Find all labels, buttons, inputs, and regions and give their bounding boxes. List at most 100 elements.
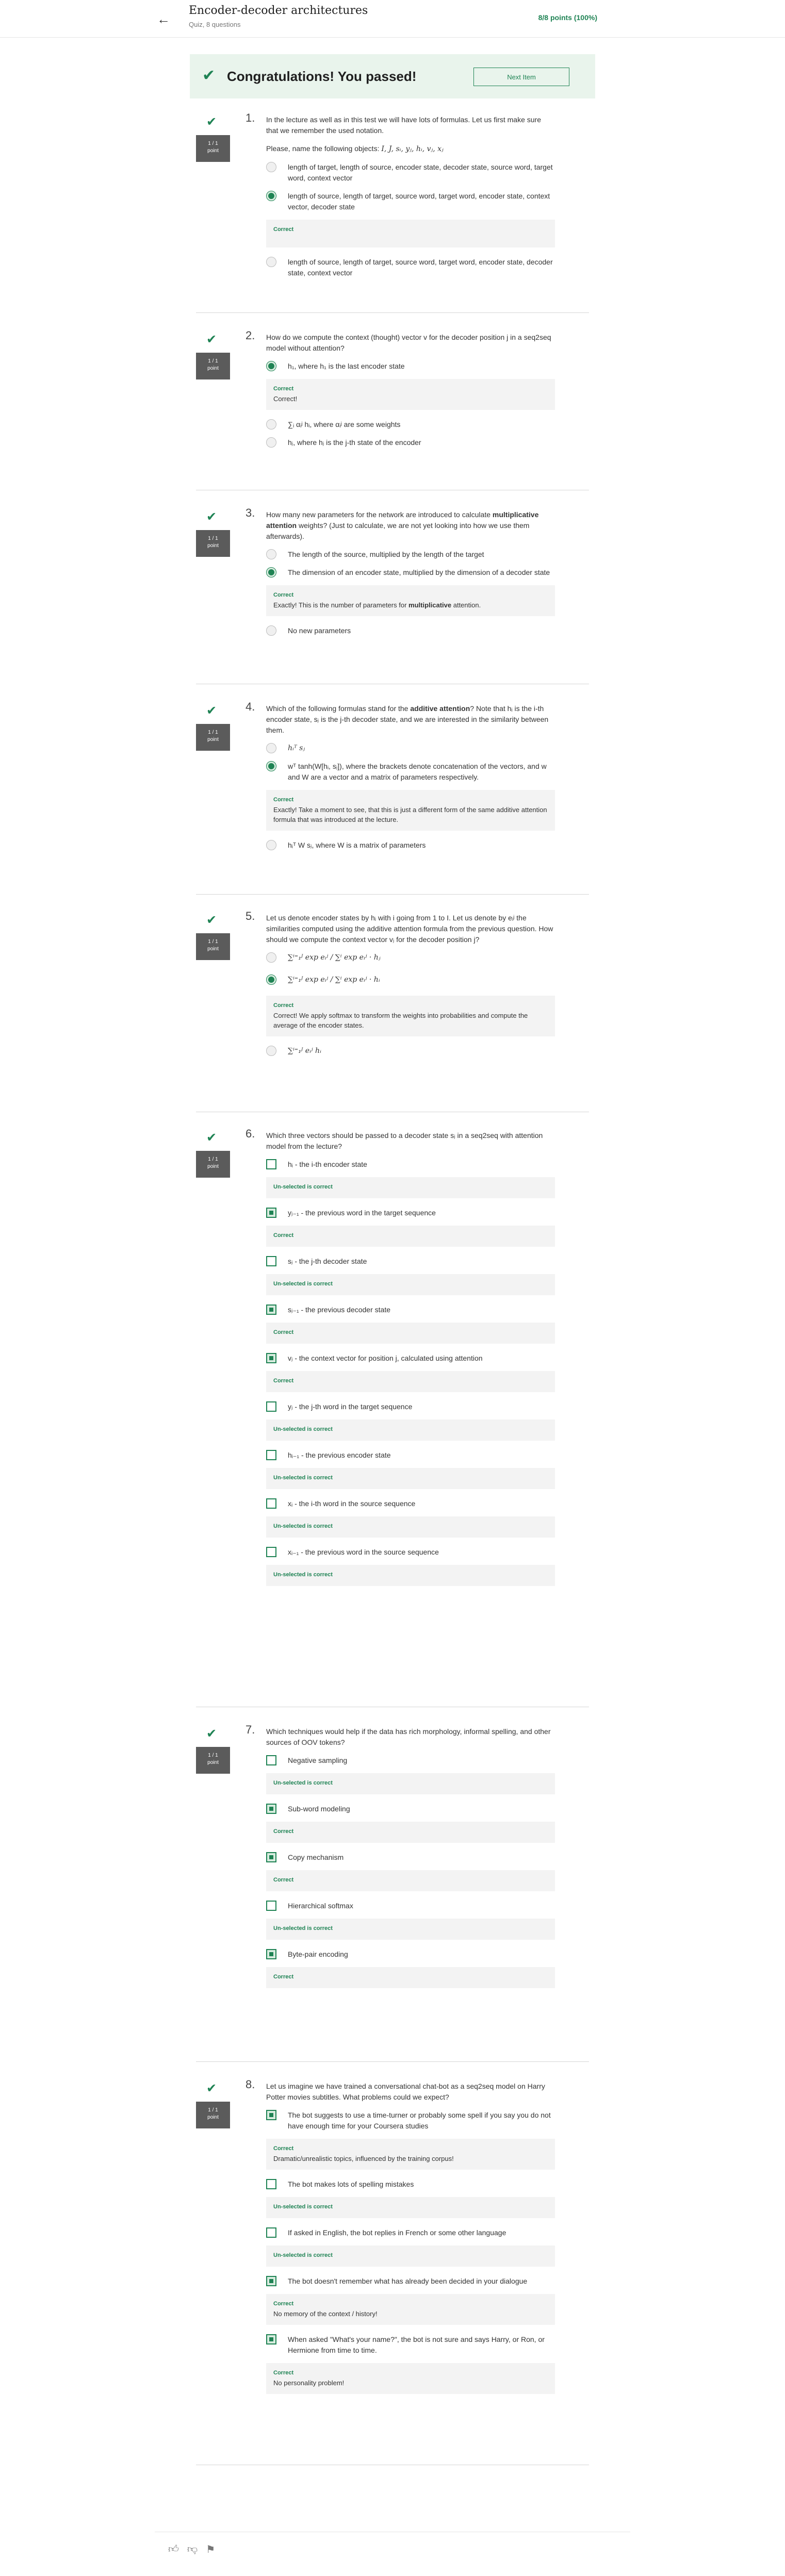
option[interactable]: Byte-pair encoding bbox=[266, 1949, 555, 1960]
option[interactable]: The dimension of an encoder state, multi… bbox=[266, 567, 555, 578]
option-label: ∑ᵢ αᵢʲ hᵢ, where αᵢʲ are some weights bbox=[288, 420, 401, 428]
checkbox[interactable] bbox=[266, 1401, 276, 1412]
option[interactable]: ∑ᵢ αᵢʲ hᵢ, where αᵢʲ are some weights bbox=[266, 419, 555, 430]
point-badge: 1 / 1 point bbox=[196, 2102, 230, 2128]
option[interactable]: The bot doesn't remember what has alread… bbox=[266, 2276, 555, 2287]
thumbs-up-icon[interactable]: 👍︎ bbox=[168, 2543, 179, 2556]
option[interactable]: When asked "What's your name?", the bot … bbox=[266, 2334, 555, 2356]
radio-button[interactable] bbox=[266, 952, 276, 963]
back-arrow-icon[interactable]: ← bbox=[155, 10, 172, 28]
check-icon: ✔ bbox=[202, 67, 216, 84]
checkbox[interactable] bbox=[266, 1256, 276, 1266]
feedback-heading: Correct bbox=[273, 592, 294, 598]
radio-button[interactable] bbox=[266, 162, 276, 172]
feedback-heading: Correct bbox=[273, 1232, 294, 1239]
option[interactable]: The bot makes lots of spelling mistakes bbox=[266, 2179, 555, 2190]
option[interactable]: Hierarchical softmax bbox=[266, 1901, 555, 1911]
correct-check-icon: ✔ bbox=[206, 510, 217, 524]
feedback-text: No personality problem! bbox=[273, 2379, 345, 2387]
checkbox-checked[interactable] bbox=[266, 2276, 276, 2286]
radio-button-selected[interactable] bbox=[266, 761, 276, 771]
option-label: h₁, where h₁ is the last encoder state bbox=[288, 362, 405, 370]
option[interactable]: hᵢᵀ sⱼ bbox=[266, 743, 555, 754]
feedback-box: Un-selected is correct bbox=[266, 2197, 555, 2218]
option-label: No new parameters bbox=[288, 626, 351, 635]
option[interactable]: The length of the source, multiplied by … bbox=[266, 549, 555, 560]
option[interactable]: Negative sampling bbox=[266, 1755, 555, 1766]
radio-button[interactable] bbox=[266, 437, 276, 448]
option-label: sⱼ - the j-th decoder state bbox=[288, 1257, 367, 1265]
radio-button-selected[interactable] bbox=[266, 361, 276, 371]
checkbox-checked[interactable] bbox=[266, 1304, 276, 1315]
radio-button[interactable] bbox=[266, 419, 276, 430]
option[interactable]: length of target, length of source, enco… bbox=[266, 162, 555, 184]
feedback-box: Correct No memory of the context / histor… bbox=[266, 2294, 555, 2325]
option[interactable]: wᵀ tanh(W[hᵢ, sⱼ]), where the brackets d… bbox=[266, 761, 555, 783]
option[interactable]: hᵢ - the i-th encoder state bbox=[266, 1159, 555, 1170]
radio-button[interactable] bbox=[266, 549, 276, 559]
radio-button[interactable] bbox=[266, 840, 276, 850]
option[interactable]: h₁, where h₁ is the last encoder state bbox=[266, 361, 555, 372]
checkbox[interactable] bbox=[266, 1901, 276, 1911]
checkbox[interactable] bbox=[266, 1450, 276, 1460]
point-badge: 1 / 1 point bbox=[196, 724, 230, 751]
checkbox-checked[interactable] bbox=[266, 1353, 276, 1363]
radio-button[interactable] bbox=[266, 625, 276, 636]
option-label: Byte-pair encoding bbox=[288, 1950, 348, 1958]
option[interactable]: If asked in English, the bot replies in … bbox=[266, 2227, 555, 2238]
option[interactable]: hᵢ₋₁ - the previous encoder state bbox=[266, 1450, 555, 1461]
passed-banner: ✔ Congratulations! You passed! Next Item bbox=[190, 54, 595, 98]
checkbox-checked[interactable] bbox=[266, 1804, 276, 1814]
quiz-score: 8/8 points (100%) bbox=[538, 13, 597, 22]
radio-button[interactable] bbox=[266, 1046, 276, 1056]
option[interactable]: ∑ⁱ⁼₁ᴶ eᵢʲ hᵢ bbox=[266, 1046, 555, 1056]
checkbox[interactable] bbox=[266, 2227, 276, 2238]
checkbox[interactable] bbox=[266, 1498, 276, 1509]
next-item-button[interactable]: Next Item bbox=[473, 68, 569, 86]
checkbox-checked[interactable] bbox=[266, 1852, 276, 1862]
question-number: 4. bbox=[246, 700, 255, 713]
option[interactable]: ∑ⁱ⁼₁ᴶ exp eᵢʲ / ∑ⁱ exp eᵢʲ · hⱼ bbox=[266, 952, 555, 963]
option[interactable]: vⱼ - the context vector for position j, … bbox=[266, 1353, 555, 1364]
radio-button[interactable] bbox=[266, 743, 276, 753]
option[interactable]: The bot suggests to use a time-turner or… bbox=[266, 2110, 555, 2132]
checkbox-checked[interactable] bbox=[266, 2334, 276, 2344]
quiz-subtitle: Quiz, 8 questions bbox=[189, 21, 241, 28]
option[interactable]: length of source, length of target, sour… bbox=[266, 257, 555, 278]
checkbox-checked[interactable] bbox=[266, 1949, 276, 1959]
feedback-heading: Correct bbox=[273, 1974, 294, 1980]
correct-check-icon: ✔ bbox=[206, 115, 217, 129]
checkbox[interactable] bbox=[266, 2179, 276, 2189]
option[interactable]: Copy mechanism bbox=[266, 1852, 555, 1863]
radio-button-selected[interactable] bbox=[266, 567, 276, 577]
checkbox[interactable] bbox=[266, 1547, 276, 1557]
feedback-box: Correct bbox=[266, 1967, 555, 1988]
checkbox-checked[interactable] bbox=[266, 1208, 276, 1218]
feedback-heading: Un-selected is correct bbox=[273, 1184, 333, 1190]
feedback-heading: Correct bbox=[273, 2301, 294, 2307]
option-label: hⱼ, where hⱼ is the j-th state of the en… bbox=[288, 438, 421, 447]
option[interactable]: length of source, length of target, sour… bbox=[266, 191, 555, 212]
feedback-heading: Un-selected is correct bbox=[273, 2252, 333, 2258]
option[interactable]: xᵢ₋₁ - the previous word in the source s… bbox=[266, 1547, 555, 1558]
thumbs-down-icon[interactable]: 👎︎ bbox=[187, 2543, 198, 2556]
option[interactable]: hᵢᵀ W sⱼ, where W is a matrix of paramet… bbox=[266, 840, 555, 851]
option[interactable]: hⱼ, where hⱼ is the j-th state of the en… bbox=[266, 437, 555, 448]
option[interactable]: Sub-word modeling bbox=[266, 1804, 555, 1814]
option[interactable]: sⱼ - the j-th decoder state bbox=[266, 1256, 555, 1267]
radio-button[interactable] bbox=[266, 257, 276, 267]
checkbox[interactable] bbox=[266, 1755, 276, 1765]
flag-icon[interactable]: ⚑ bbox=[206, 2543, 215, 2556]
checkbox[interactable] bbox=[266, 1159, 276, 1169]
feedback-box: Correct Dramatic/unrealistic topics, infl… bbox=[266, 2139, 555, 2170]
point-badge: 1 / 1 point bbox=[196, 353, 230, 379]
option[interactable]: yⱼ - the j-th word in the target sequenc… bbox=[266, 1401, 555, 1412]
option[interactable]: ∑ⁱ⁼₁ᴶ exp eᵢʲ / ∑ⁱ exp eᵢʲ · hᵢ bbox=[266, 975, 555, 985]
option[interactable]: yⱼ₋₁ - the previous word in the target s… bbox=[266, 1208, 555, 1218]
option[interactable]: xᵢ - the i-th word in the source sequenc… bbox=[266, 1498, 555, 1509]
radio-button-selected[interactable] bbox=[266, 975, 276, 985]
radio-button-selected[interactable] bbox=[266, 191, 276, 201]
checkbox-checked[interactable] bbox=[266, 2110, 276, 2120]
option[interactable]: No new parameters bbox=[266, 625, 555, 636]
option[interactable]: sⱼ₋₁ - the previous decoder state bbox=[266, 1304, 555, 1315]
